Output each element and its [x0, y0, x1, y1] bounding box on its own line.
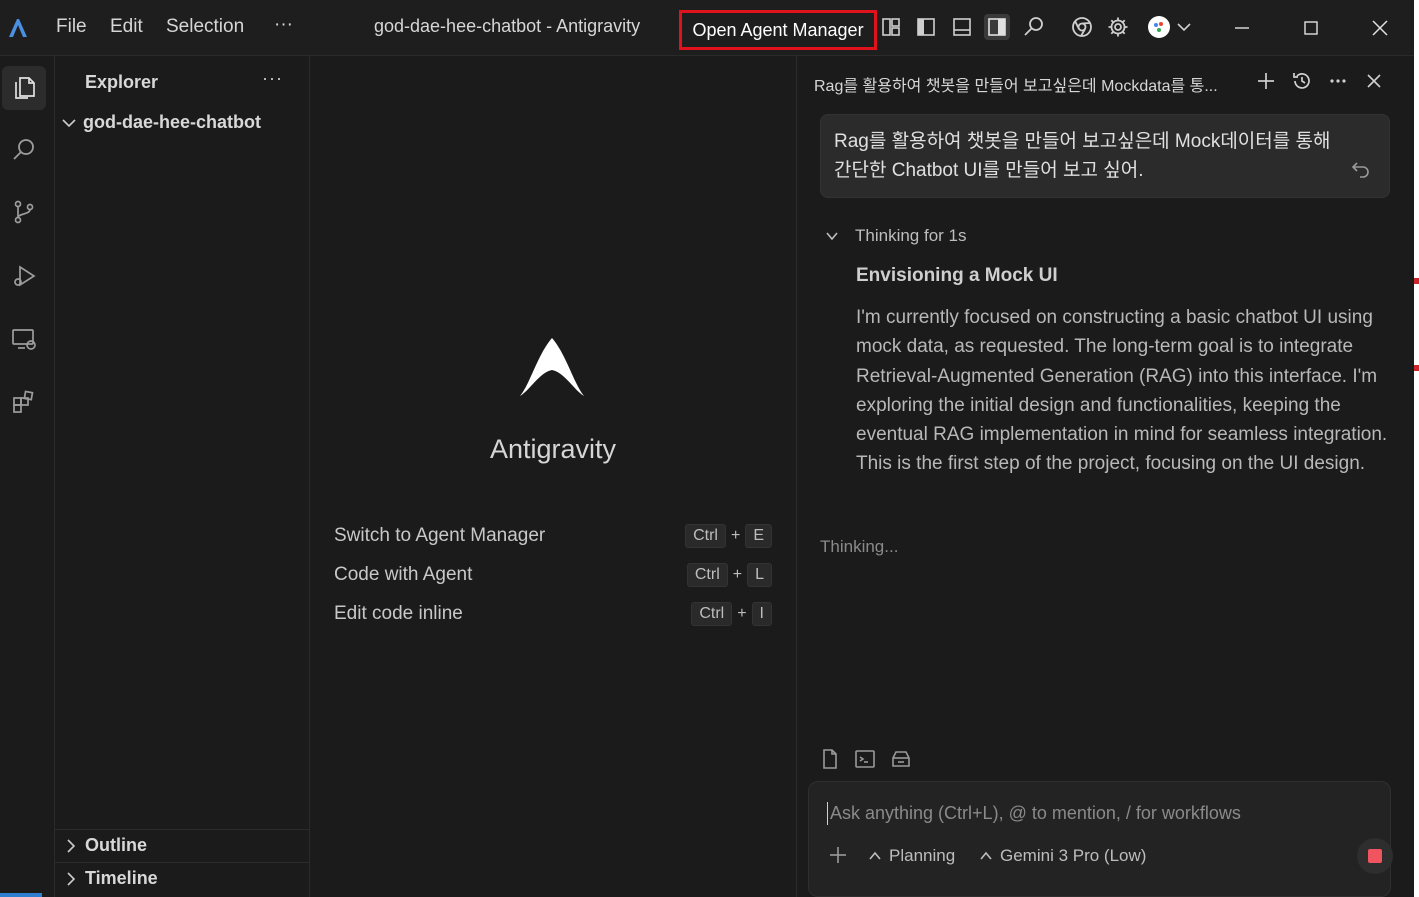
desktop-edge	[1414, 0, 1419, 897]
key-ctrl: Ctrl	[691, 602, 733, 626]
run-debug-icon[interactable]	[2, 254, 46, 298]
chevron-right-icon	[67, 871, 76, 886]
key-plus: +	[737, 605, 747, 622]
search-icon[interactable]	[1021, 14, 1047, 40]
agent-panel: Rag를 활용하여 챗봇을 만들어 보고싶은데 Mockdata를 통... R…	[797, 56, 1414, 897]
shortcut-keys: Ctrl + I	[691, 602, 772, 626]
stop-generation-button[interactable]	[1357, 838, 1393, 874]
extensions-icon[interactable]	[2, 380, 46, 424]
key-ctrl: Ctrl	[685, 524, 726, 548]
settings-gear-icon[interactable]	[1105, 14, 1131, 40]
open-agent-manager-button[interactable]: Open Agent Manager	[679, 10, 877, 50]
editor-area: Antigravity Switch to Agent Manager Ctrl…	[310, 56, 797, 897]
sidebar-title: Explorer	[85, 72, 159, 92]
account-avatar[interactable]	[1146, 14, 1172, 40]
shortcut-label: Code with Agent	[334, 564, 473, 585]
new-conversation-plus-icon[interactable]	[1253, 68, 1279, 94]
activity-bar	[0, 56, 55, 897]
thinking-label: Thinking for 1s	[855, 226, 967, 245]
shortcut-keys: Ctrl + E	[685, 524, 772, 548]
account-chevron-down-icon[interactable]	[1172, 14, 1196, 40]
undo-revert-icon[interactable]	[1351, 159, 1371, 179]
add-context-plus-icon[interactable]	[829, 846, 847, 864]
model-label: Gemini 3 Pro (Low)	[1000, 846, 1147, 865]
mode-label: Planning	[889, 846, 956, 865]
antigravity-logo-icon	[6, 16, 30, 40]
context-box-icon[interactable]	[890, 748, 912, 770]
attach-file-icon[interactable]	[819, 748, 841, 770]
thinking-body: I'm currently focused on constructing a …	[856, 307, 1388, 475]
chevron-down-icon	[62, 118, 76, 127]
sidebar-more-actions-button[interactable]: ···	[262, 68, 283, 89]
maximize-icon[interactable]	[1296, 14, 1326, 42]
chat-input-box: Planning Gemini 3 Pro (Low)	[808, 781, 1393, 897]
antigravity-logo-icon	[516, 334, 588, 400]
timeline-label: Timeline	[85, 868, 158, 888]
more-options-icon[interactable]	[1325, 68, 1351, 94]
source-control-icon[interactable]	[2, 190, 46, 234]
thinking-status: Thinking...	[820, 537, 899, 556]
shortcut-code-with-agent[interactable]: Code with Agent Ctrl + L	[334, 562, 772, 588]
close-window-icon[interactable]	[1365, 14, 1395, 42]
explorer-sidebar: Explorer ··· god-dae-hee-chatbot Outline…	[55, 56, 310, 897]
chat-input[interactable]	[827, 802, 1352, 825]
user-message-bubble: Rag를 활용하여 챗봇을 만들어 보고싶은데 Mock데이터를 통해 간단한 …	[820, 114, 1390, 198]
user-message-text: Rag를 활용하여 챗봇을 만들어 보고싶은데 Mock데이터를 통해 간단한 …	[834, 131, 1331, 181]
status-accent	[0, 893, 42, 897]
search-activity-icon[interactable]	[2, 128, 46, 172]
shortcut-label: Switch to Agent Manager	[334, 525, 546, 546]
thinking-toggle[interactable]: Thinking for 1s	[825, 226, 967, 246]
outline-label: Outline	[85, 835, 147, 855]
folder-name: god-dae-hee-chatbot	[83, 112, 261, 132]
key-letter: I	[751, 602, 772, 626]
key-ctrl: Ctrl	[686, 563, 728, 587]
chevron-right-icon	[67, 838, 76, 853]
close-panel-icon[interactable]	[1361, 68, 1387, 94]
agent-conversation-title: Rag를 활용하여 챗봇을 만들어 보고싶은데 Mockdata를 통...	[814, 78, 1218, 95]
window-title: god-dae-hee-chatbot - Antigravity	[374, 16, 641, 36]
explorer-files-icon[interactable]	[2, 66, 46, 110]
app-name: Antigravity	[489, 434, 617, 464]
workspace-folder[interactable]: god-dae-hee-chatbot	[61, 112, 261, 133]
remote-explorer-icon[interactable]	[2, 317, 46, 361]
customize-layout-icon[interactable]	[878, 14, 904, 40]
key-plus: +	[730, 527, 741, 544]
chevron-up-icon	[980, 851, 992, 860]
model-selector[interactable]: Gemini 3 Pro (Low)	[980, 846, 1146, 866]
shortcut-edit-code-inline[interactable]: Edit code inline Ctrl + I	[334, 601, 772, 627]
toggle-primary-sidebar-icon[interactable]	[913, 14, 939, 40]
history-icon[interactable]	[1289, 68, 1315, 94]
menu-more-button[interactable]: ···	[274, 14, 293, 36]
key-letter: E	[745, 524, 772, 548]
desktop-edge-mark	[1414, 278, 1419, 284]
minimize-icon[interactable]	[1227, 14, 1257, 42]
desktop-edge-mark	[1414, 365, 1419, 371]
mode-selector[interactable]: Planning	[869, 846, 955, 866]
menu-selection[interactable]: Selection	[166, 16, 244, 38]
shortcut-keys: Ctrl + L	[686, 563, 772, 587]
key-plus: +	[732, 566, 743, 583]
stop-icon	[1368, 849, 1382, 863]
chevron-down-icon	[826, 232, 838, 241]
shortcut-switch-agent-manager[interactable]: Switch to Agent Manager Ctrl + E	[334, 523, 772, 549]
menu-file[interactable]: File	[56, 16, 87, 38]
chrome-browser-icon[interactable]	[1069, 14, 1095, 40]
chevron-up-icon	[869, 851, 881, 860]
outline-section[interactable]: Outline	[55, 829, 309, 861]
toggle-panel-icon[interactable]	[949, 14, 975, 40]
toggle-secondary-sidebar-icon[interactable]	[984, 14, 1010, 40]
key-letter: L	[747, 563, 772, 587]
menu-edit[interactable]: Edit	[110, 16, 143, 38]
title-bar: File Edit Selection ··· god-dae-hee-chat…	[0, 0, 1414, 56]
thinking-heading: Envisioning a Mock UI	[856, 265, 1058, 286]
terminal-icon[interactable]	[854, 748, 876, 770]
shortcut-label: Edit code inline	[334, 603, 463, 624]
timeline-section[interactable]: Timeline	[55, 862, 309, 894]
